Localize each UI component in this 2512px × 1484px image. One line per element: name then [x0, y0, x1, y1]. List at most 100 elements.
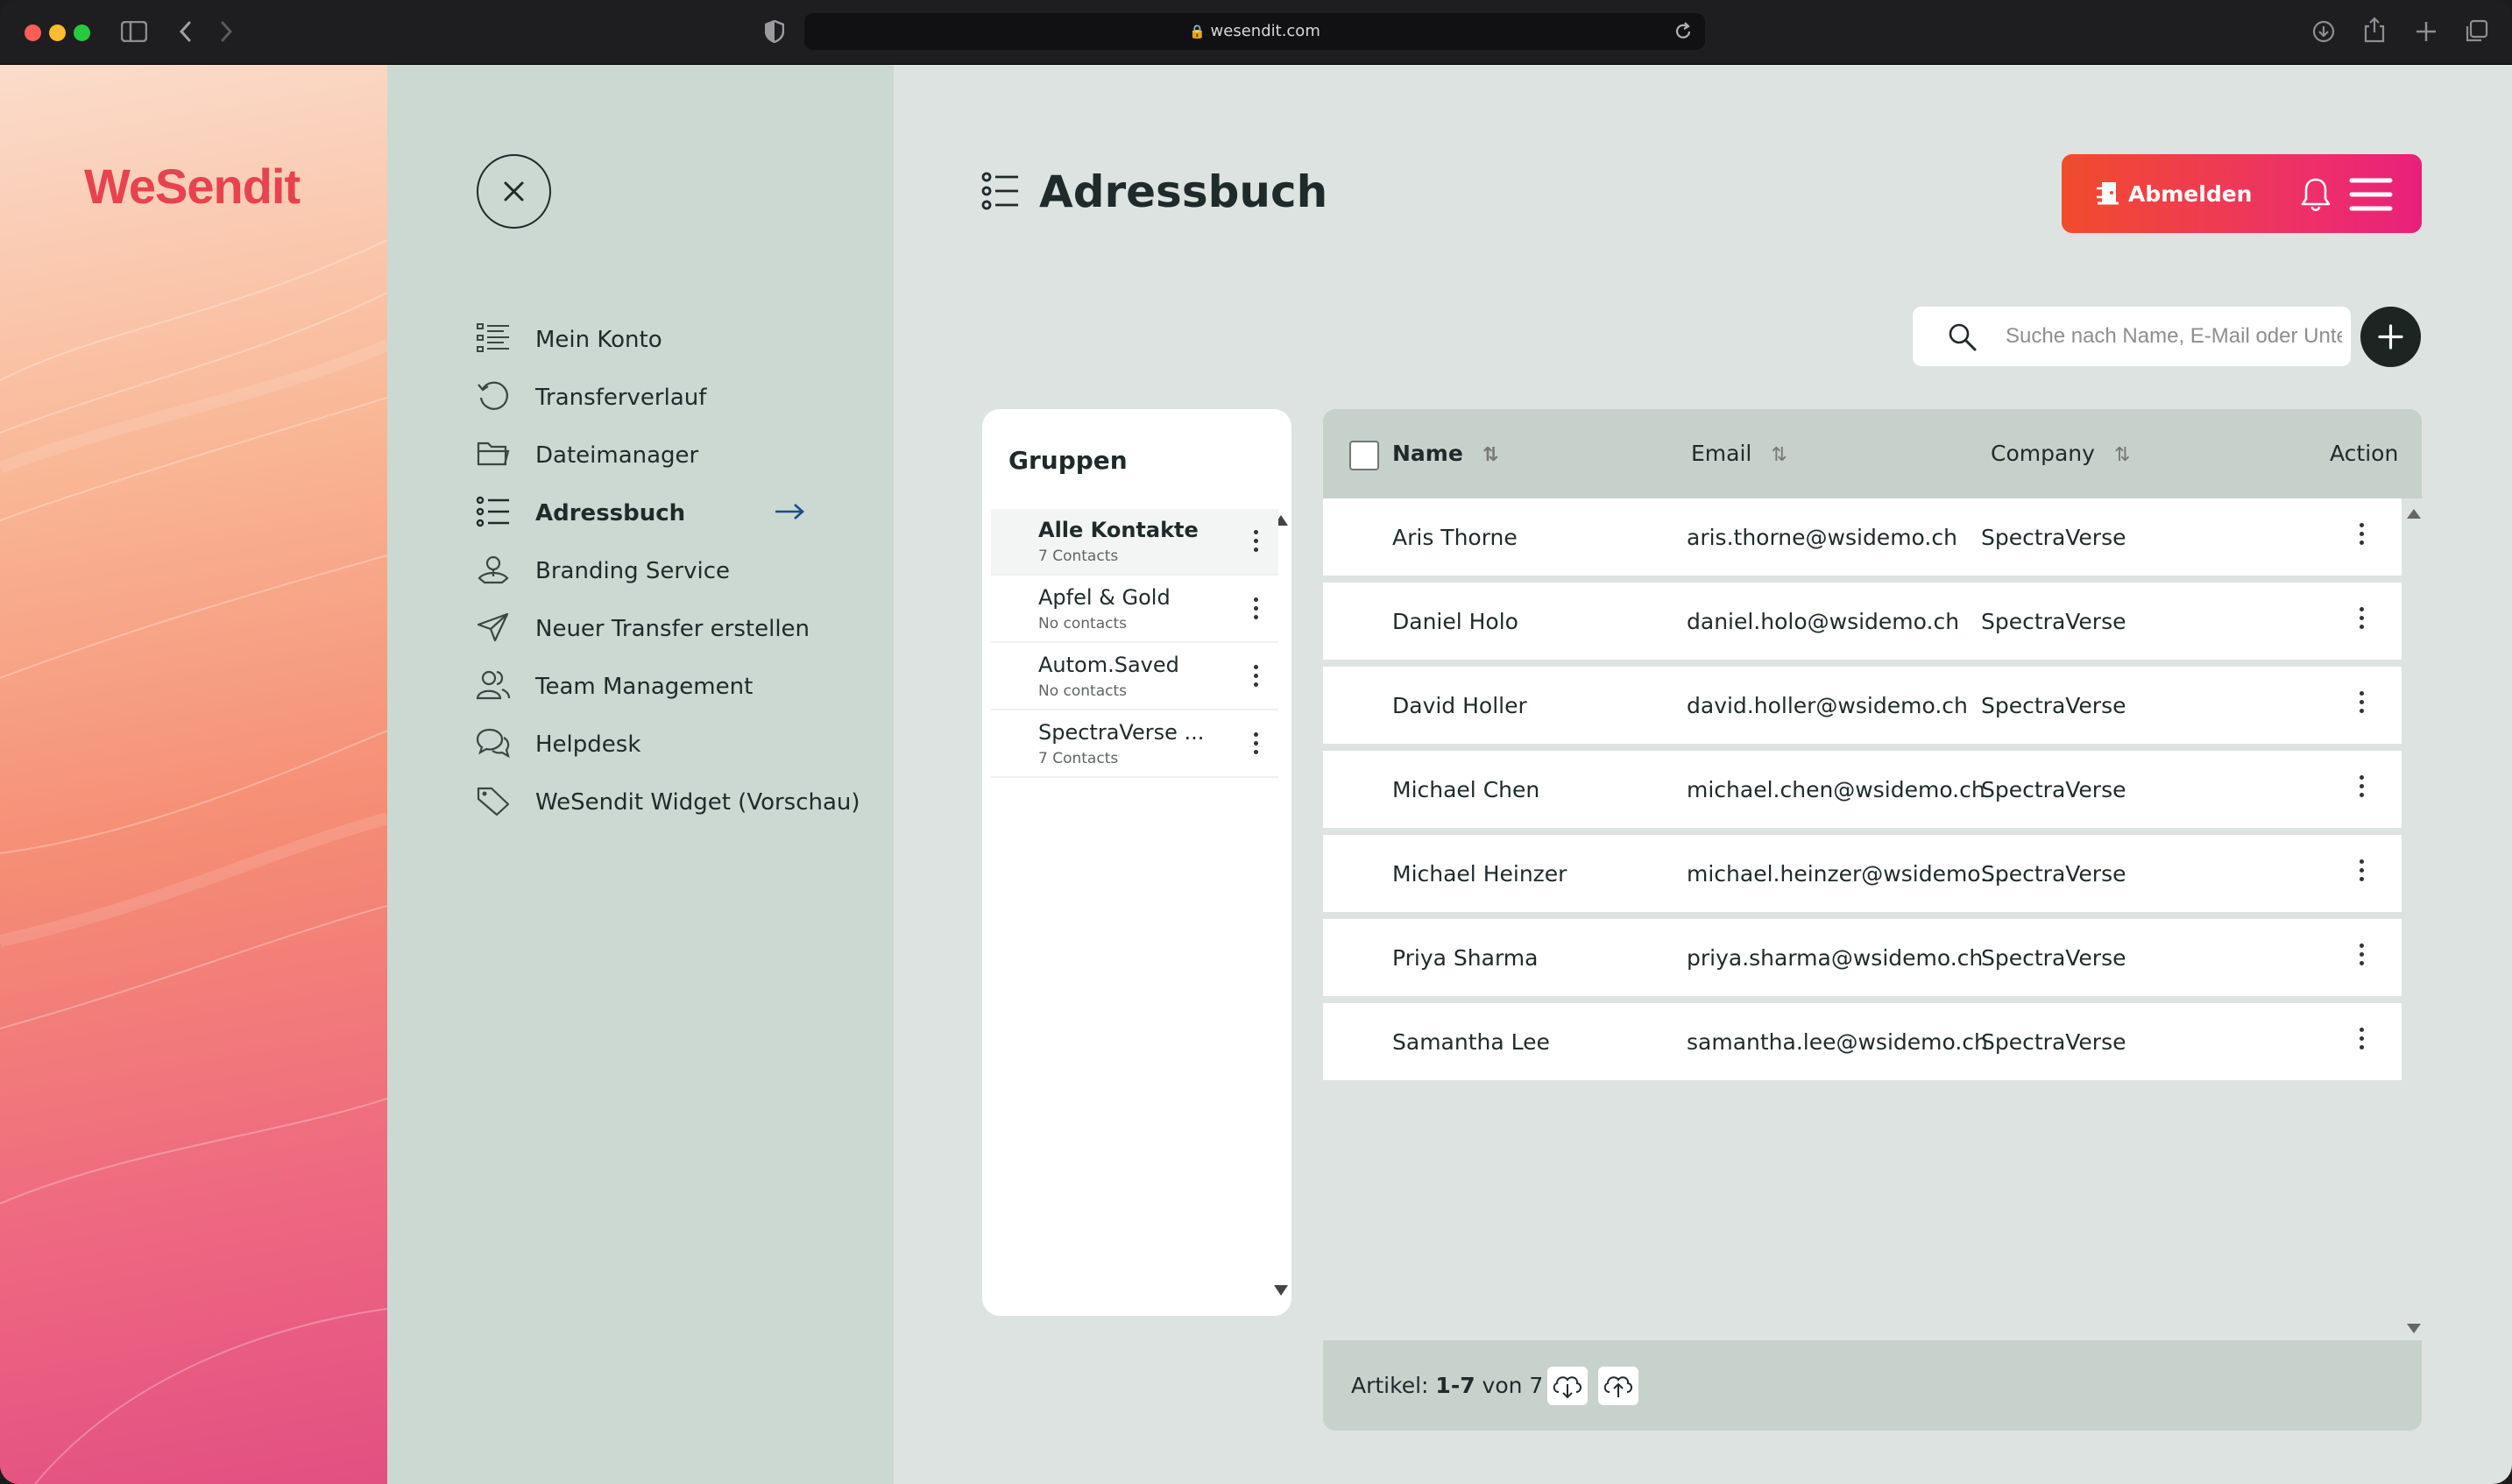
sidebar-icon[interactable]: [121, 21, 147, 42]
row-action-menu-icon[interactable]: [2360, 859, 2365, 886]
sort-icon[interactable]: ⇅: [2114, 444, 2130, 466]
back-icon[interactable]: [179, 21, 193, 42]
row-action-menu-icon[interactable]: [2360, 1028, 2365, 1054]
download-contacts-button[interactable]: [1547, 1367, 1588, 1405]
column-header-company[interactable]: Company ⇅: [1991, 441, 2130, 466]
contact-name: Samantha Lee: [1392, 1029, 1550, 1055]
group-name: SpectraVerse ...: [1038, 720, 1205, 745]
contact-email: michael.chen@wsidemo.ch: [1687, 777, 1985, 802]
wesendit-logo[interactable]: WeSendit: [84, 158, 301, 215]
nav-item-mein-konto[interactable]: Mein Konto: [476, 319, 826, 357]
bell-icon[interactable]: [2300, 176, 2332, 213]
table-row[interactable]: David Holler david.holler@wsidemo.ch Spe…: [1323, 667, 2402, 744]
search-icon: [1948, 322, 1978, 352]
scroll-down-arrow[interactable]: [2407, 1324, 2421, 1333]
new-tab-icon[interactable]: [2415, 20, 2438, 43]
contact-name: David Holler: [1392, 693, 1527, 718]
kebab-menu-icon[interactable]: [1254, 530, 1259, 556]
browser-toolbar: 🔒 wesendit.com: [0, 0, 2512, 65]
table-row[interactable]: Daniel Holo daniel.holo@wsidemo.ch Spect…: [1323, 583, 2402, 660]
folder-icon: [476, 438, 511, 470]
scroll-down-arrow[interactable]: [1274, 1285, 1288, 1296]
decorative-waves: [0, 239, 387, 1484]
contact-company: SpectraVerse: [1981, 945, 2126, 971]
contact-name: Michael Chen: [1392, 777, 1540, 802]
contact-company: SpectraVerse: [1981, 693, 2126, 718]
nav-item-team-management[interactable]: Team Management: [476, 666, 826, 704]
kebab-menu-icon[interactable]: [1254, 732, 1259, 759]
nav-item-branding-service[interactable]: Branding Service: [476, 550, 826, 589]
chat-icon: [476, 727, 511, 759]
close-menu-button[interactable]: [477, 154, 551, 229]
row-action-menu-icon[interactable]: [2360, 943, 2365, 970]
row-action-menu-icon[interactable]: [2360, 775, 2365, 802]
row-action-menu-icon[interactable]: [2360, 607, 2365, 633]
download-icon[interactable]: [2311, 19, 2336, 44]
side-menu: [387, 65, 894, 1484]
nav-item-dateimanager[interactable]: Dateimanager: [476, 435, 826, 473]
table-row[interactable]: Michael Chen michael.chen@wsidemo.ch Spe…: [1323, 751, 2402, 828]
search-input[interactable]: [2006, 317, 2342, 356]
group-item-autom-saved[interactable]: Autom.Saved No contacts: [991, 644, 1278, 710]
sort-icon[interactable]: ⇅: [1482, 444, 1498, 466]
contact-email: michael.heinzer@wsidemo....: [1687, 861, 2008, 887]
column-header-email[interactable]: Email ⇅: [1691, 441, 1787, 466]
team-icon: [476, 669, 511, 701]
upload-contacts-button[interactable]: [1598, 1367, 1638, 1405]
table-row[interactable]: Priya Sharma priya.sharma@wsidemo.ch Spe…: [1323, 919, 2402, 996]
share-icon[interactable]: [2364, 17, 2385, 43]
brand-panel: WeSendit: [0, 65, 387, 1484]
address-bar[interactable]: 🔒 wesendit.com: [804, 13, 1705, 50]
logout-button[interactable]: Abmelden: [2095, 180, 2252, 207]
nav-item-adressbuch[interactable]: Adressbuch: [476, 492, 826, 531]
group-item-apfel-gold[interactable]: Apfel & Gold No contacts: [991, 576, 1278, 643]
minimize-window-button[interactable]: [49, 25, 66, 41]
table-row[interactable]: Michael Heinzer michael.heinzer@wsidemo.…: [1323, 835, 2402, 912]
maximize-window-button[interactable]: [74, 25, 90, 41]
reload-icon[interactable]: [1673, 22, 1693, 41]
group-item-spectraverse[interactable]: SpectraVerse ... 7 Contacts: [991, 711, 1278, 778]
kebab-menu-icon[interactable]: [1254, 665, 1259, 691]
nav-label: Helpdesk: [535, 731, 641, 758]
group-name: Alle Kontakte: [1038, 518, 1199, 542]
groups-panel: Gruppen Alle Kontakte 7 Contacts Apfel &…: [982, 409, 1291, 1316]
nav-item-helpdesk[interactable]: Helpdesk: [476, 724, 826, 762]
contact-email: priya.sharma@wsidemo.ch: [1687, 945, 1984, 971]
search-box: [1913, 307, 2351, 366]
contact-name: Priya Sharma: [1392, 945, 1539, 971]
row-action-menu-icon[interactable]: [2360, 691, 2365, 717]
column-header-name[interactable]: Name ⇅: [1392, 441, 1498, 466]
cloud-upload-icon: [1603, 1376, 1632, 1397]
table-row[interactable]: Samantha Lee samantha.lee@wsidemo.ch Spe…: [1323, 1003, 2402, 1080]
cloud-download-icon: [1553, 1376, 1581, 1399]
table-row[interactable]: Aris Thorne aris.thorne@wsidemo.ch Spect…: [1323, 498, 2402, 576]
kebab-menu-icon[interactable]: [1254, 597, 1259, 624]
close-window-button[interactable]: [25, 25, 41, 41]
group-count: 7 Contacts: [1038, 548, 1119, 565]
row-action-menu-icon[interactable]: [2360, 523, 2365, 549]
contact-email: david.holler@wsidemo.ch: [1687, 693, 1968, 718]
nav-item-widget[interactable]: WeSendit Widget (Vorschau): [476, 781, 860, 820]
forward-icon[interactable]: [219, 21, 233, 42]
shield-icon[interactable]: [765, 20, 784, 43]
group-count: No contacts: [1038, 682, 1127, 700]
scroll-up-arrow[interactable]: [2407, 509, 2421, 519]
tabs-icon[interactable]: [2464, 19, 2488, 44]
page-title: Adressbuch: [1039, 166, 1328, 217]
sort-icon[interactable]: ⇅: [1771, 444, 1787, 466]
nav-item-transferverlauf[interactable]: Transferverlauf: [476, 377, 826, 415]
groups-title: Gruppen: [1008, 446, 1128, 475]
nav-label: Transferverlauf: [535, 385, 707, 411]
plus-icon: [2378, 324, 2403, 350]
group-item-alle-kontakte[interactable]: Alle Kontakte 7 Contacts: [991, 509, 1278, 576]
nav-label: Branding Service: [535, 558, 731, 584]
hamburger-menu-icon[interactable]: [2349, 177, 2393, 212]
close-icon: [504, 181, 524, 201]
contact-company: SpectraVerse: [1981, 777, 2126, 802]
group-count: No contacts: [1038, 615, 1127, 632]
add-contact-button[interactable]: [2360, 307, 2421, 367]
select-all-checkbox[interactable]: [1349, 441, 1379, 470]
nav-item-neuer-transfer[interactable]: Neuer Transfer erstellen: [476, 608, 826, 647]
lock-icon: 🔒: [1189, 24, 1206, 39]
table-footer: Artikel: 1-7 von 7: [1323, 1340, 2422, 1431]
